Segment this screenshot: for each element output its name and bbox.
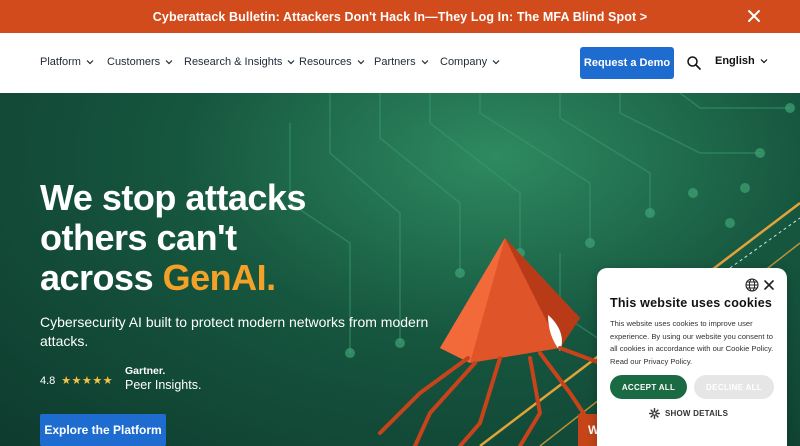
nav-item-customers[interactable]: Customers [107,56,173,68]
cookie-title: This website uses cookies [610,296,773,310]
rating-value: 4.8 [40,374,56,387]
nav-item-resources[interactable]: Resources [299,56,365,68]
search-icon[interactable] [686,55,702,71]
headline-prefix: across [40,257,163,298]
announcement-text[interactable]: Cyberattack Bulletin: Attackers Don't Ha… [153,10,647,24]
hero-subhead: Cybersecurity AI built to protect modern… [40,314,429,349]
chevron-down-icon [357,60,365,65]
close-icon[interactable] [746,8,762,24]
headline-line-2: others can't [40,217,237,258]
gear-icon [649,408,660,419]
gartner-product: Peer Insights. [125,378,202,392]
headline-line-1: We stop attacks [40,177,306,218]
chevron-down-icon [421,60,429,65]
nav-item-partners[interactable]: Partners [374,56,429,68]
chevron-down-icon [165,60,173,65]
close-icon[interactable] [764,280,774,290]
language-selector[interactable]: English [715,55,768,67]
gartner-brand: Gartner. [125,365,166,377]
cookie-body: This website uses cookies to improve use… [610,319,774,366]
cookie-consent-dialog: This website uses cookies This website u… [597,268,787,446]
nav-label: Research & Insights [184,56,283,68]
star-rating-icon: ★★★★★ [61,375,114,387]
accept-all-button[interactable]: ACCEPT ALL [610,375,687,399]
explore-platform-button[interactable]: Explore the Platform [40,414,166,446]
hero-headline: We stop attacks others can't across GenA… [40,178,306,298]
main-nav: Platform Customers Research & Insights R… [0,33,800,93]
show-details-label: SHOW DETAILS [665,409,729,418]
headline-line-3: across GenAI. [40,258,306,298]
gartner-peer-insights-logo[interactable]: Gartner. Peer Insights. [125,365,201,392]
nav-item-platform[interactable]: Platform [40,56,94,68]
announcement-bar[interactable]: Cyberattack Bulletin: Attackers Don't Ha… [0,0,800,33]
nav-item-company[interactable]: Company [440,56,500,68]
nav-label: Resources [299,56,352,68]
show-details-button[interactable]: SHOW DETAILS [649,408,728,419]
chevron-down-icon [288,60,295,65]
nav-label: Company [440,56,488,68]
decline-all-button[interactable]: DECLINE ALL [694,375,774,399]
globe-icon[interactable] [745,278,759,292]
language-label: English [715,55,755,67]
request-demo-button[interactable]: Request a Demo [580,47,674,79]
chevron-down-icon [86,60,94,65]
nav-label: Customers [107,56,161,68]
nav-item-research[interactable]: Research & Insights [184,56,295,68]
headline-accent: GenAI. [162,257,277,298]
nav-label: Platform [40,56,81,68]
chevron-down-icon [760,59,768,64]
chevron-down-icon [492,60,500,65]
nav-label: Partners [374,56,416,68]
rating-summary: 4.8 ★★★★★ [40,374,114,388]
